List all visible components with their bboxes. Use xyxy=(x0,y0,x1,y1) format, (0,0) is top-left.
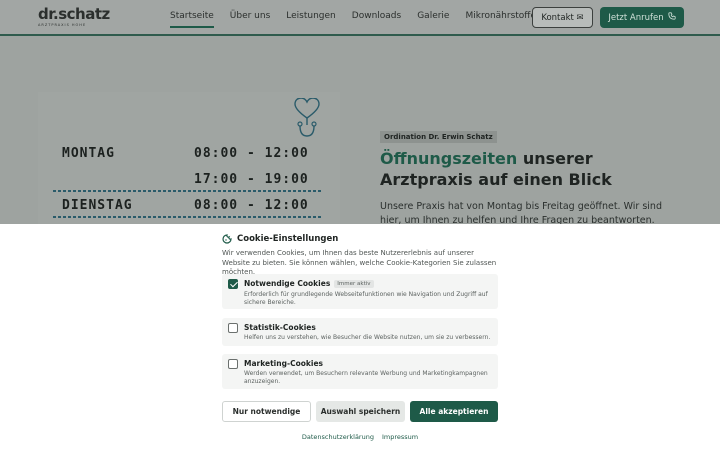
imprint-link[interactable]: Impressum xyxy=(382,433,418,441)
reject-optional-button[interactable]: Nur notwendige xyxy=(222,401,311,422)
schedule-divider xyxy=(53,216,321,218)
statistics-checkbox[interactable] xyxy=(228,323,238,333)
practice-badge: Ordination Dr. Erwin Schatz xyxy=(380,131,497,143)
option-title: Notwendige Cookies Immer aktiv xyxy=(244,279,374,288)
schedule-time: 08:00 - 12:00 xyxy=(194,146,309,161)
cookie-title: Cookie-Einstellungen xyxy=(222,234,338,244)
option-description: Erforderlich für grundlegende Webseitefu… xyxy=(244,291,488,306)
save-selection-button[interactable]: Auswahl speichern xyxy=(316,401,405,422)
accept-all-button[interactable]: Alle akzeptieren xyxy=(410,401,498,422)
nav-item-label: Mikronährstoffe xyxy=(465,11,537,21)
phone-icon xyxy=(668,12,676,23)
option-name: Notwendige Cookies xyxy=(244,279,331,288)
necessary-checkbox[interactable] xyxy=(228,279,238,289)
cookie-option-marketing: Marketing-Cookies Werden verwendet, um B… xyxy=(222,354,498,389)
marketing-checkbox[interactable] xyxy=(228,359,238,369)
logo-subtitle: ARZTPRAXIS HOHE xyxy=(38,23,87,27)
heart-stethoscope-icon xyxy=(294,97,320,142)
title-part: unserer xyxy=(517,149,593,168)
cookie-option-necessary: Notwendige Cookies Immer aktiv Erforderli… xyxy=(222,274,498,309)
cookie-links: Datenschutzerklärung Impressum xyxy=(0,433,720,441)
cookie-consent-panel: Cookie-Einstellungen Wir verwenden Cooki… xyxy=(0,224,720,450)
nav-item-ueber-uns[interactable]: Über uns xyxy=(230,11,271,21)
always-active-badge: Immer aktiv xyxy=(334,280,374,288)
schedule-day: MONTAG xyxy=(62,146,115,161)
schedule-time: 08:00 - 12:00 xyxy=(194,198,309,213)
privacy-link[interactable]: Datenschutzerklärung xyxy=(302,433,374,441)
nav-item-galerie[interactable]: Galerie xyxy=(417,11,449,21)
logo-text: dr.schatz xyxy=(38,5,110,23)
cookie-icon xyxy=(222,234,232,244)
option-description: Helfen uns zu verstehen, wie Besucher di… xyxy=(244,334,491,341)
option-name: Marketing-Cookies xyxy=(244,359,323,368)
schedule-time: 17:00 - 19:00 xyxy=(194,172,309,187)
main-nav: Startseite Über uns Leistungen Downloads… xyxy=(170,9,563,28)
title-line2: Arztpraxis auf einen Blick xyxy=(380,170,612,189)
schedule-divider xyxy=(53,190,321,192)
nav-item-startseite[interactable]: Startseite xyxy=(170,11,214,28)
schedule-day: DIENSTAG xyxy=(62,198,133,213)
call-now-button[interactable]: Jetzt Anrufen xyxy=(600,7,684,28)
nav-item-leistungen[interactable]: Leistungen xyxy=(286,11,335,21)
cookie-title-text: Cookie-Einstellungen xyxy=(237,234,339,244)
title-accent: Öffnungszeiten xyxy=(380,149,518,168)
opening-hours-image: MONTAG 08:00 - 12:00 17:00 - 19:00 DIENS… xyxy=(38,92,340,228)
option-name: Statistik-Cookies xyxy=(244,323,316,332)
kontakt-button[interactable]: Kontakt ✉ xyxy=(532,7,593,28)
nav-item-downloads[interactable]: Downloads xyxy=(352,11,401,21)
logo[interactable]: dr.schatz ARZTPRAXIS HOHE xyxy=(38,5,110,28)
page-title: Öffnungszeiten unserer Arztpraxis auf ei… xyxy=(380,148,612,190)
call-button-label: Jetzt Anrufen xyxy=(608,12,664,23)
cookie-option-statistics: Statistik-Cookies Helfen uns zu verstehe… xyxy=(222,318,498,346)
site-header: dr.schatz ARZTPRAXIS HOHE Startseite Übe… xyxy=(0,0,720,36)
option-description: Werden verwendet, um Besuchern relevante… xyxy=(244,370,488,385)
